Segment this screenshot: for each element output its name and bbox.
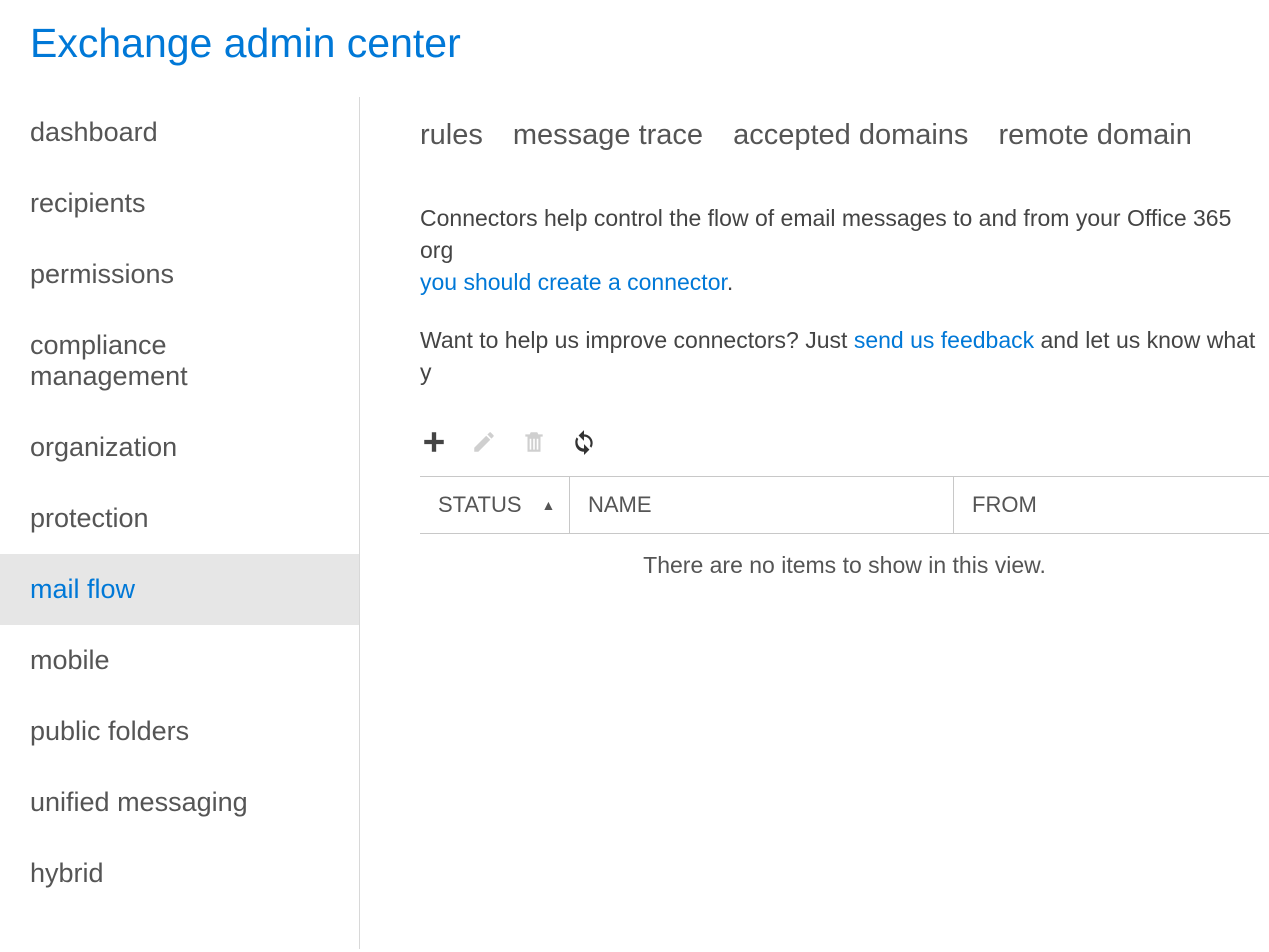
column-status[interactable]: STATUS ▲ <box>420 477 570 533</box>
link-send-feedback[interactable]: send us feedback <box>854 327 1034 353</box>
sidebar-item-dashboard[interactable]: dashboard <box>0 97 359 168</box>
sidebar-item-mail-flow[interactable]: mail flow <box>0 554 359 625</box>
column-name-label: NAME <box>588 492 652 518</box>
column-name[interactable]: NAME <box>570 477 954 533</box>
refresh-icon <box>571 429 597 455</box>
sidebar: dashboard recipients permissions complia… <box>0 97 360 949</box>
table-header: STATUS ▲ NAME FROM <box>420 477 1269 534</box>
header: Exchange admin center <box>0 0 1269 97</box>
sidebar-item-unified-messaging[interactable]: unified messaging <box>0 767 359 838</box>
tabs: rules message trace accepted domains rem… <box>420 97 1269 202</box>
delete-button <box>520 428 548 456</box>
tab-remote-domain[interactable]: remote domain <box>998 119 1191 152</box>
sidebar-item-hybrid[interactable]: hybrid <box>0 838 359 909</box>
column-status-label: STATUS <box>438 492 522 518</box>
sidebar-item-organization[interactable]: organization <box>0 412 359 483</box>
edit-button <box>470 428 498 456</box>
link-create-connector[interactable]: you should create a connector <box>420 269 727 295</box>
toolbar <box>420 413 1269 476</box>
pencil-icon <box>471 429 497 455</box>
page-title: Exchange admin center <box>30 20 1239 67</box>
refresh-button[interactable] <box>570 428 598 456</box>
sidebar-item-recipients[interactable]: recipients <box>0 168 359 239</box>
add-button[interactable] <box>420 428 448 456</box>
container: dashboard recipients permissions complia… <box>0 97 1269 949</box>
sidebar-item-permissions[interactable]: permissions <box>0 239 359 310</box>
main-content: rules message trace accepted domains rem… <box>360 97 1269 949</box>
tab-rules[interactable]: rules <box>420 119 483 152</box>
sort-asc-icon: ▲ <box>542 497 556 513</box>
sidebar-item-mobile[interactable]: mobile <box>0 625 359 696</box>
description-line2-prefix: Want to help us improve connectors? Just <box>420 327 854 353</box>
plus-icon <box>421 429 447 455</box>
tab-accepted-domains[interactable]: accepted domains <box>733 119 968 152</box>
sidebar-item-public-folders[interactable]: public folders <box>0 696 359 767</box>
sidebar-item-compliance-management[interactable]: compliance management <box>0 310 359 412</box>
sidebar-item-protection[interactable]: protection <box>0 483 359 554</box>
description-line1-suffix: . <box>727 269 733 295</box>
trash-icon <box>521 429 547 455</box>
column-from-label: FROM <box>972 492 1037 518</box>
feedback-text: Want to help us improve connectors? Just… <box>420 324 1269 413</box>
connectors-table: STATUS ▲ NAME FROM There are no items to… <box>420 476 1269 597</box>
column-from[interactable]: FROM <box>954 477 1269 533</box>
description-text: Connectors help control the flow of emai… <box>420 202 1269 324</box>
description-line1-prefix: Connectors help control the flow of emai… <box>420 205 1231 263</box>
empty-message: There are no items to show in this view. <box>420 534 1269 597</box>
tab-message-trace[interactable]: message trace <box>513 119 703 152</box>
